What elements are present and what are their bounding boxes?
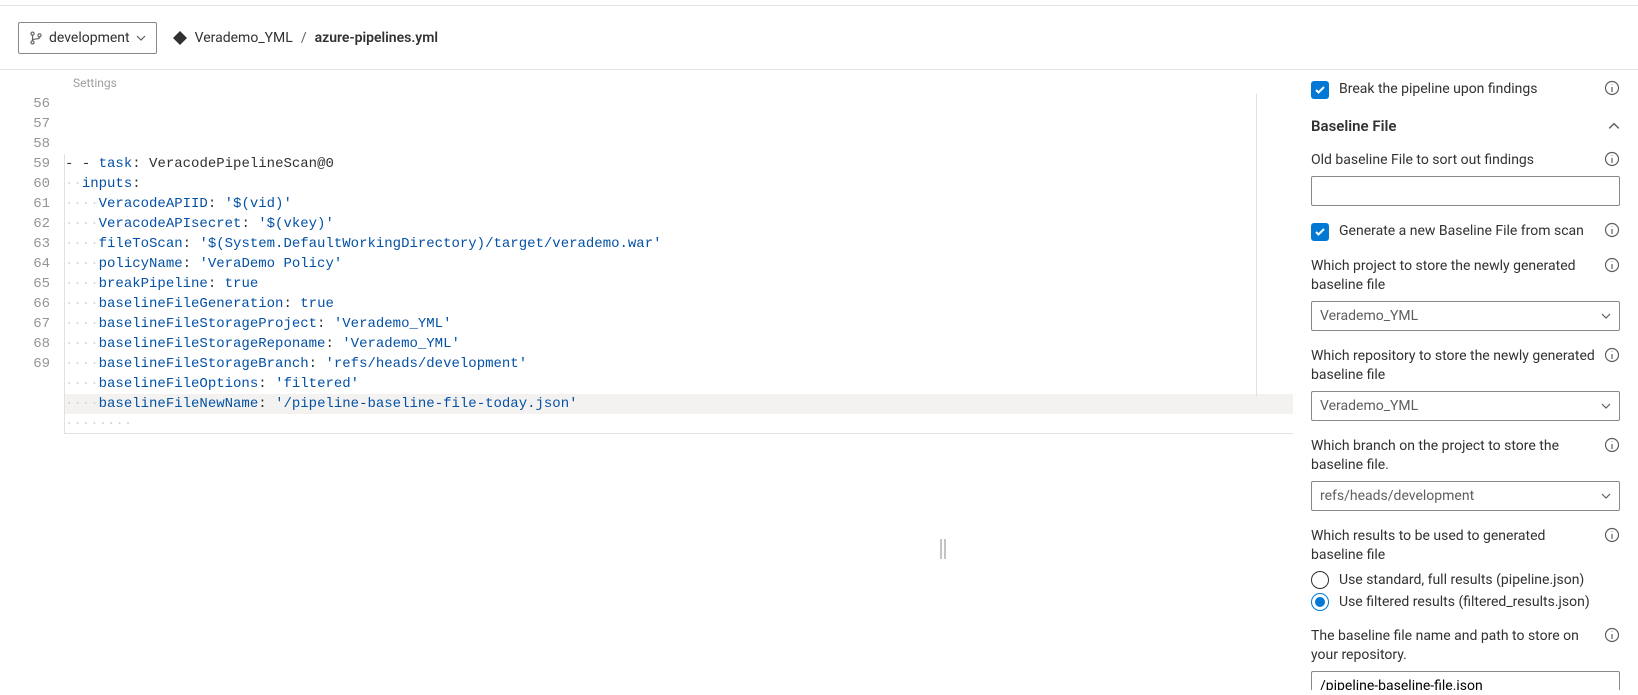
code-line[interactable]: ····fileToScan: '$(System.DefaultWorking… — [64, 234, 1293, 254]
project-store-select[interactable]: Verademo_YML — [1311, 301, 1620, 331]
branch-picker[interactable]: development — [18, 22, 157, 54]
repo-store-value: Verademo_YML — [1320, 398, 1418, 414]
filename-input[interactable] — [1311, 671, 1620, 690]
code-line[interactable]: ····baselineFileStorageBranch: 'refs/hea… — [64, 354, 1293, 374]
chevron-up-icon — [1608, 120, 1620, 132]
breadcrumb: Verademo_YML / azure-pipelines.yml — [173, 30, 438, 46]
radio-filtered[interactable] — [1311, 593, 1329, 611]
code-area[interactable]: - - task: VeracodePipelineScan@0··inputs… — [64, 94, 1293, 434]
top-bar: development Verademo_YML / azure-pipelin… — [0, 5, 1638, 70]
line-gutter: 5657585960616263646566676869 — [0, 94, 64, 434]
generate-baseline-checkbox[interactable] — [1311, 223, 1329, 241]
task-settings-panel: Break the pipeline upon findings Baselin… — [1293, 70, 1638, 690]
breadcrumb-file[interactable]: azure-pipelines.yml — [315, 30, 438, 46]
info-icon[interactable] — [1604, 151, 1620, 167]
break-pipeline-label: Break the pipeline upon findings — [1339, 80, 1594, 99]
code-line[interactable]: ····VeracodeAPIID: '$(vid)' — [64, 194, 1293, 214]
baseline-file-section-header[interactable]: Baseline File — [1311, 117, 1620, 135]
code-line[interactable]: ····baselineFileOptions: 'filtered' — [64, 374, 1293, 394]
settings-label: Settings — [73, 76, 117, 90]
code-line[interactable]: - - task: VeracodePipelineScan@0 — [64, 154, 1293, 174]
code-editor[interactable]: Settings 5657585960616263646566676869 - … — [0, 70, 1293, 690]
code-line[interactable]: ········ — [64, 414, 1293, 434]
info-icon[interactable] — [1604, 257, 1620, 273]
branch-icon — [29, 31, 43, 45]
radio-standard[interactable] — [1311, 571, 1329, 589]
code-line[interactable]: ····baselineFileNewName: '/pipeline-base… — [64, 394, 1293, 414]
breadcrumb-sep: / — [301, 30, 307, 46]
info-icon[interactable] — [1604, 527, 1620, 543]
filename-label: The baseline file name and path to store… — [1311, 627, 1596, 665]
pipeline-icon — [173, 31, 187, 45]
info-icon[interactable] — [1604, 347, 1620, 363]
branch-store-value: refs/heads/development — [1320, 488, 1474, 504]
code-line[interactable]: ····policyName: 'VeraDemo Policy' — [64, 254, 1293, 274]
code-line[interactable]: ····baselineFileGeneration: true — [64, 294, 1293, 314]
repo-store-select[interactable]: Verademo_YML — [1311, 391, 1620, 421]
code-line[interactable]: ··inputs: — [64, 174, 1293, 194]
results-label: Which results to be used to generated ba… — [1311, 527, 1596, 565]
radio-standard-label: Use standard, full results (pipeline.jso… — [1339, 572, 1584, 588]
code-line[interactable]: ····VeracodeAPIsecret: '$(vkey)' — [64, 214, 1293, 234]
radio-filtered-label: Use filtered results (filtered_results.j… — [1339, 594, 1590, 610]
code-line[interactable]: ····breakPipeline: true — [64, 274, 1293, 294]
code-line[interactable]: ····baselineFileStorageProject: 'Veradem… — [64, 314, 1293, 334]
branch-store-label: Which branch on the project to store the… — [1311, 437, 1596, 475]
project-store-value: Verademo_YML — [1320, 308, 1418, 324]
old-baseline-label: Old baseline File to sort out findings — [1311, 151, 1596, 170]
old-baseline-input[interactable] — [1311, 176, 1620, 206]
repo-store-label: Which repository to store the newly gene… — [1311, 347, 1596, 385]
chevron-down-icon — [1601, 311, 1611, 321]
project-store-label: Which project to store the newly generat… — [1311, 257, 1596, 295]
branch-label: development — [49, 30, 130, 46]
breadcrumb-project[interactable]: Verademo_YML — [195, 30, 293, 46]
info-icon[interactable] — [1604, 222, 1620, 238]
generate-baseline-label: Generate a new Baseline File from scan — [1339, 222, 1594, 241]
chevron-down-icon — [1601, 491, 1611, 501]
info-icon[interactable] — [1604, 627, 1620, 643]
break-pipeline-checkbox[interactable] — [1311, 81, 1329, 99]
code-line[interactable]: ····baselineFileStorageReponame: 'Verade… — [64, 334, 1293, 354]
chevron-down-icon — [136, 33, 146, 43]
info-icon[interactable] — [1604, 80, 1620, 96]
break-pipeline-row: Break the pipeline upon findings — [1311, 80, 1620, 99]
branch-store-select[interactable]: refs/heads/development — [1311, 481, 1620, 511]
panel-resize-handle[interactable] — [938, 537, 948, 561]
baseline-file-title: Baseline File — [1311, 117, 1396, 135]
chevron-down-icon — [1601, 401, 1611, 411]
info-icon[interactable] — [1604, 437, 1620, 453]
